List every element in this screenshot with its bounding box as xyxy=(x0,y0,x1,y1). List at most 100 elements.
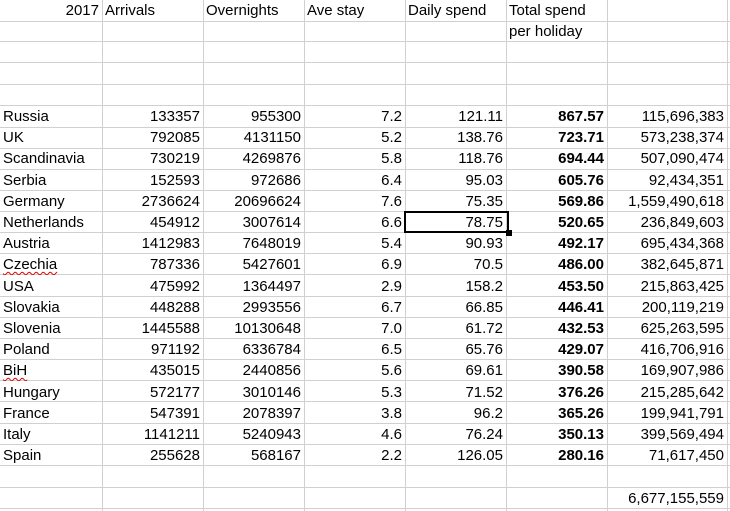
daily-spend-cell[interactable]: 121.11 xyxy=(405,106,506,127)
total-spend-cell[interactable]: 625,263,595 xyxy=(607,318,727,339)
daily-spend-cell[interactable]: 69.61 xyxy=(405,360,506,381)
arrivals-cell[interactable]: 730219 xyxy=(102,148,203,169)
country-cell[interactable]: USA xyxy=(0,276,102,297)
daily-spend-cell[interactable]: 126.05 xyxy=(405,445,506,466)
daily-spend-cell[interactable]: 71.52 xyxy=(405,382,506,403)
total-spend-cell[interactable]: 399,569,494 xyxy=(607,424,727,445)
arrivals-cell[interactable]: 133357 xyxy=(102,106,203,127)
arrivals-cell[interactable]: 792085 xyxy=(102,127,203,148)
overnights-cell[interactable]: 972686 xyxy=(203,170,304,191)
ave-stay-cell[interactable]: 7.2 xyxy=(304,106,405,127)
total-spend-cell[interactable]: 92,434,351 xyxy=(607,170,727,191)
header-overnights[interactable]: Overnights xyxy=(203,0,304,21)
overnights-cell[interactable]: 10130648 xyxy=(203,318,304,339)
ave-stay-cell[interactable]: 3.8 xyxy=(304,403,405,424)
country-cell[interactable]: Spain xyxy=(0,445,102,466)
total-spend-cell[interactable]: 169,907,986 xyxy=(607,360,727,381)
overnights-cell[interactable]: 1364497 xyxy=(203,276,304,297)
total-spend-cell[interactable]: 236,849,603 xyxy=(607,212,727,233)
header-daily-spend[interactable]: Daily spend xyxy=(405,0,506,21)
arrivals-cell[interactable]: 454912 xyxy=(102,212,203,233)
total-per-holiday-cell[interactable]: 446.41 xyxy=(506,297,607,318)
total-per-holiday-cell[interactable]: 390.58 xyxy=(506,360,607,381)
overnights-cell[interactable]: 5240943 xyxy=(203,424,304,445)
country-cell[interactable]: Hungary xyxy=(0,382,102,403)
overnights-cell[interactable]: 3010146 xyxy=(203,382,304,403)
ave-stay-cell[interactable]: 6.4 xyxy=(304,170,405,191)
total-per-holiday-cell[interactable]: 605.76 xyxy=(506,170,607,191)
total-spend-cell[interactable]: 507,090,474 xyxy=(607,148,727,169)
daily-spend-cell[interactable]: 138.76 xyxy=(405,127,506,148)
ave-stay-cell[interactable]: 2.2 xyxy=(304,445,405,466)
total-spend-cell[interactable]: 71,617,450 xyxy=(607,445,727,466)
country-cell[interactable]: BiH xyxy=(0,360,102,381)
overnights-cell[interactable]: 2440856 xyxy=(203,360,304,381)
active-cell-selection[interactable] xyxy=(404,211,509,233)
header-arrivals[interactable]: Arrivals xyxy=(102,0,203,21)
country-cell[interactable]: Scandinavia xyxy=(0,148,102,169)
arrivals-cell[interactable]: 2736624 xyxy=(102,191,203,212)
daily-spend-cell[interactable]: 118.76 xyxy=(405,148,506,169)
arrivals-cell[interactable]: 1141211 xyxy=(102,424,203,445)
total-per-holiday-cell[interactable]: 694.44 xyxy=(506,148,607,169)
daily-spend-cell[interactable]: 61.72 xyxy=(405,318,506,339)
ave-stay-cell[interactable]: 6.6 xyxy=(304,212,405,233)
total-spend-cell[interactable]: 215,285,642 xyxy=(607,382,727,403)
total-per-holiday-cell[interactable]: 280.16 xyxy=(506,445,607,466)
country-cell[interactable]: Slovakia xyxy=(0,297,102,318)
total-per-holiday-cell[interactable]: 867.57 xyxy=(506,106,607,127)
total-per-holiday-cell[interactable]: 429.07 xyxy=(506,339,607,360)
header-ave-stay[interactable]: Ave stay xyxy=(304,0,405,21)
arrivals-cell[interactable]: 787336 xyxy=(102,254,203,275)
total-per-holiday-cell[interactable]: 350.13 xyxy=(506,424,607,445)
daily-spend-cell[interactable]: 65.76 xyxy=(405,339,506,360)
country-cell[interactable]: Germany xyxy=(0,191,102,212)
arrivals-cell[interactable]: 971192 xyxy=(102,339,203,360)
arrivals-cell[interactable]: 547391 xyxy=(102,403,203,424)
total-spend-cell[interactable]: 695,434,368 xyxy=(607,233,727,254)
country-cell[interactable]: Italy xyxy=(0,424,102,445)
arrivals-cell[interactable]: 1412983 xyxy=(102,233,203,254)
overnights-cell[interactable]: 4269876 xyxy=(203,148,304,169)
total-per-holiday-cell[interactable]: 432.53 xyxy=(506,318,607,339)
ave-stay-cell[interactable]: 5.6 xyxy=(304,360,405,381)
ave-stay-cell[interactable]: 5.2 xyxy=(304,127,405,148)
total-spend-cell[interactable]: 199,941,791 xyxy=(607,403,727,424)
fill-handle[interactable] xyxy=(506,230,512,236)
overnights-cell[interactable]: 568167 xyxy=(203,445,304,466)
total-spend-cell[interactable]: 573,238,374 xyxy=(607,127,727,148)
total-per-holiday-cell[interactable]: 365.26 xyxy=(506,403,607,424)
daily-spend-cell[interactable]: 75.35 xyxy=(405,191,506,212)
overnights-cell[interactable]: 955300 xyxy=(203,106,304,127)
arrivals-cell[interactable]: 572177 xyxy=(102,382,203,403)
overnights-cell[interactable]: 6336784 xyxy=(203,339,304,360)
total-per-holiday-cell[interactable]: 376.26 xyxy=(506,382,607,403)
country-cell[interactable]: Czechia xyxy=(0,254,102,275)
country-cell[interactable]: Slovenia xyxy=(0,318,102,339)
ave-stay-cell[interactable]: 6.9 xyxy=(304,254,405,275)
arrivals-cell[interactable]: 448288 xyxy=(102,297,203,318)
overnights-cell[interactable]: 20696624 xyxy=(203,191,304,212)
arrivals-cell[interactable]: 435015 xyxy=(102,360,203,381)
daily-spend-cell[interactable]: 96.2 xyxy=(405,403,506,424)
ave-stay-cell[interactable]: 6.5 xyxy=(304,339,405,360)
total-per-holiday-cell[interactable]: 723.71 xyxy=(506,127,607,148)
grand-total-cell[interactable]: 6,677,155,559 xyxy=(607,488,727,509)
arrivals-cell[interactable]: 475992 xyxy=(102,276,203,297)
country-cell[interactable]: Russia xyxy=(0,106,102,127)
ave-stay-cell[interactable]: 5.4 xyxy=(304,233,405,254)
country-cell[interactable]: Austria xyxy=(0,233,102,254)
daily-spend-cell[interactable]: 76.24 xyxy=(405,424,506,445)
country-cell[interactable]: Netherlands xyxy=(0,212,102,233)
ave-stay-cell[interactable]: 2.9 xyxy=(304,276,405,297)
total-spend-cell[interactable]: 1,559,490,618 xyxy=(607,191,727,212)
ave-stay-cell[interactable]: 5.3 xyxy=(304,382,405,403)
total-spend-cell[interactable]: 215,863,425 xyxy=(607,276,727,297)
country-cell[interactable]: France xyxy=(0,403,102,424)
country-cell[interactable]: Poland xyxy=(0,339,102,360)
total-spend-cell[interactable]: 416,706,916 xyxy=(607,339,727,360)
overnights-cell[interactable]: 2078397 xyxy=(203,403,304,424)
arrivals-cell[interactable]: 1445588 xyxy=(102,318,203,339)
total-per-holiday-cell[interactable]: 486.00 xyxy=(506,254,607,275)
header-year[interactable]: 2017 xyxy=(0,0,102,21)
